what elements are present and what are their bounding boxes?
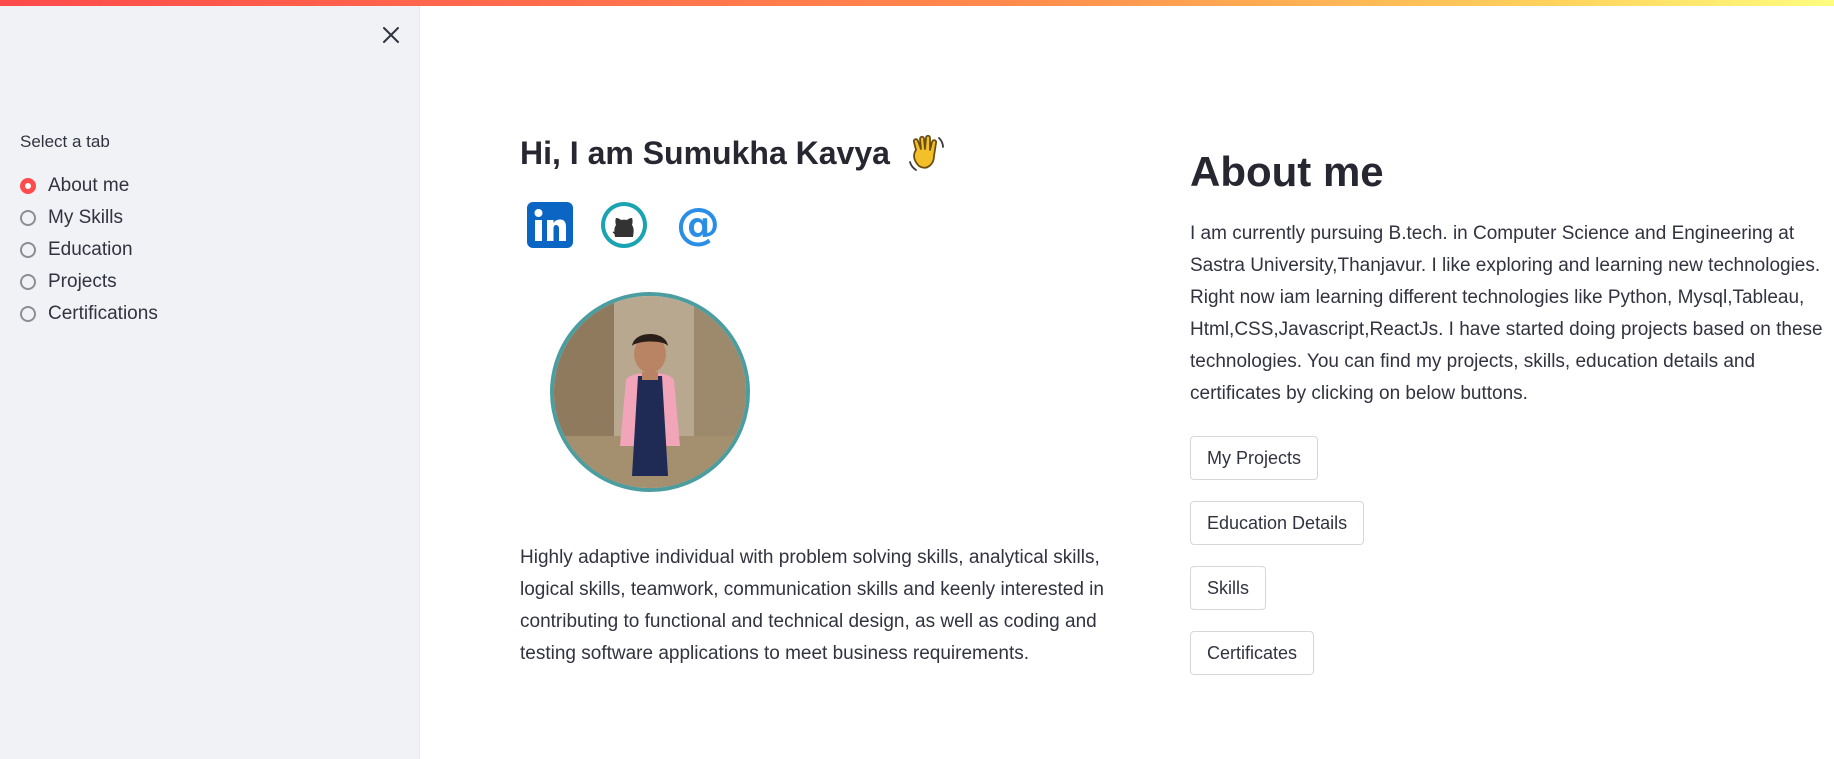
my-projects-button[interactable]: My Projects: [1190, 436, 1319, 480]
radio-option-about-me[interactable]: About me: [20, 170, 158, 202]
radio-group-label: Select a tab: [20, 132, 110, 151]
radio-option-projects[interactable]: Projects: [20, 266, 158, 298]
radio-unselected-icon: [20, 306, 36, 322]
email-at-icon: @: [676, 199, 720, 250]
close-icon: [383, 27, 399, 43]
radio-unselected-icon: [20, 210, 36, 226]
sidebar: Select a tab About me My Skills Educatio…: [0, 0, 420, 759]
top-decoration-bar: [0, 0, 1834, 6]
tab-radio-group: About me My Skills Education Projects Ce…: [20, 170, 158, 330]
greeting-text: Hi, I am Sumukha Kavya: [520, 135, 890, 171]
radio-option-certifications[interactable]: Certifications: [20, 298, 158, 330]
github-icon: [601, 202, 647, 248]
skills-button[interactable]: Skills: [1190, 566, 1267, 610]
radio-option-label: Projects: [48, 271, 117, 292]
email-link[interactable]: @: [673, 199, 723, 250]
greeting-heading: Hi, I am Sumukha Kavya: [520, 132, 947, 174]
linkedin-icon: [527, 202, 573, 248]
radio-unselected-icon: [20, 242, 36, 258]
radio-option-label: About me: [48, 175, 130, 196]
profile-photo: [550, 292, 750, 492]
radio-option-education[interactable]: Education: [20, 234, 158, 266]
about-description: I am currently pursuing B.tech. in Compu…: [1190, 223, 1823, 404]
linkedin-link[interactable]: [525, 200, 575, 250]
person-photo-icon: [554, 296, 746, 488]
radio-option-label: Education: [48, 239, 133, 260]
svg-text:@: @: [676, 200, 720, 250]
waving-hand-icon: [908, 134, 944, 171]
radio-option-my-skills[interactable]: My Skills: [20, 202, 158, 234]
radio-option-label: My Skills: [48, 207, 123, 228]
bio-paragraph: Highly adaptive individual with problem …: [520, 547, 1104, 664]
radio-selected-icon: [20, 178, 36, 194]
radio-option-label: Certifications: [48, 303, 158, 324]
about-heading: About me: [1190, 148, 1384, 195]
radio-unselected-icon: [20, 274, 36, 290]
close-sidebar-button[interactable]: [378, 22, 404, 48]
social-links: @: [525, 199, 723, 250]
education-details-button[interactable]: Education Details: [1190, 501, 1365, 545]
github-link[interactable]: [599, 200, 649, 250]
certificates-button[interactable]: Certificates: [1190, 631, 1315, 675]
